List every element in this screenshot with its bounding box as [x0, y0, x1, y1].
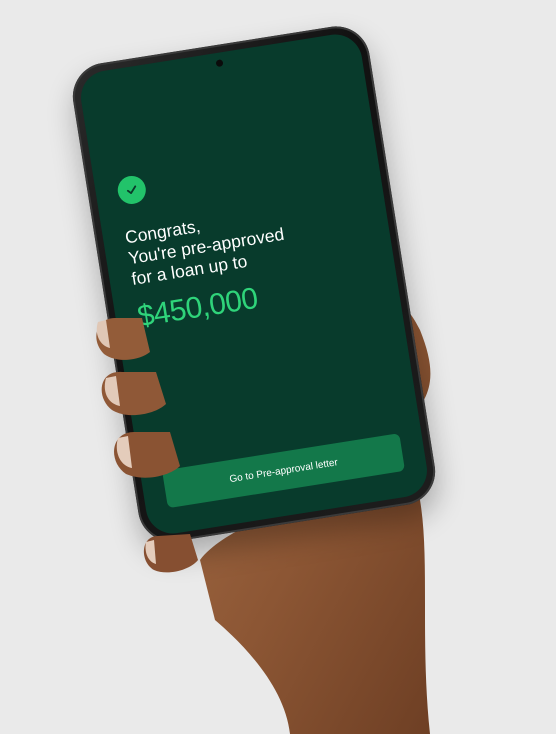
photo-scene: Congrats, You're pre-approved for a loan…	[0, 0, 556, 734]
fingers	[96, 318, 198, 573]
